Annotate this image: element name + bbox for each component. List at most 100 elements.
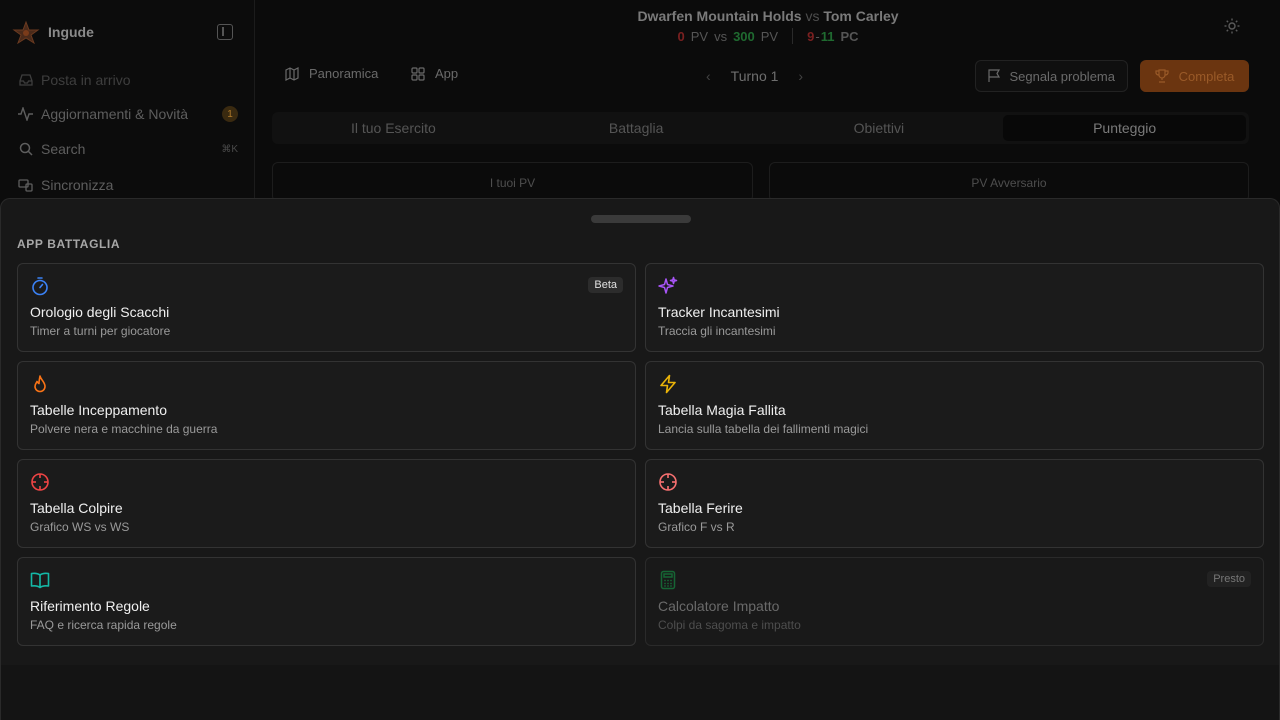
brand[interactable]: Ingude	[12, 20, 94, 44]
brand-logo-icon	[12, 20, 40, 44]
sidebar-item-updates[interactable]: Aggiornamenti & Novità 1	[18, 106, 238, 122]
activity-icon	[18, 107, 33, 122]
beta-badge: Beta	[588, 277, 623, 293]
app-card-spell-tracker[interactable]: Tracker Incantesimi Traccia gli incantes…	[645, 263, 1264, 352]
zap-icon	[660, 374, 676, 394]
report-problem-button[interactable]: Segnala problema	[975, 60, 1128, 92]
sidebar-item-label: Sincronizza	[41, 177, 114, 193]
calculator-icon	[660, 570, 676, 590]
app-card-chess-clock[interactable]: Orologio degli Scacchi Timer a turni per…	[17, 263, 636, 352]
app-card-to-wound-table[interactable]: Tabella Ferire Grafico F vs R	[645, 459, 1264, 548]
app-card-title: Tabella Ferire	[658, 500, 743, 516]
coming-soon-badge: Presto	[1207, 571, 1251, 587]
match-score: 0 PV vs 300 PV 9 - 11 PC	[256, 28, 1280, 44]
app-card-description: Grafico F vs R	[658, 520, 735, 534]
sun-icon	[1224, 18, 1240, 34]
overview-label: Panoramica	[309, 66, 379, 81]
apps-button[interactable]: App	[411, 66, 458, 81]
app-card-rules-reference[interactable]: Riferimento Regole FAQ e ricerca rapida …	[17, 557, 636, 646]
sidebar-item-sync[interactable]: Sincronizza	[18, 177, 238, 193]
overview-button[interactable]: Panoramica	[285, 66, 378, 81]
toolbar: Panoramica App ‹ Turno 1 › Segnala probl…	[256, 60, 1280, 94]
apps-grid: Orologio degli Scacchi Timer a turni per…	[17, 263, 1264, 646]
player1-name: Dwarfen Mountain Holds	[637, 8, 802, 24]
app-card-title: Tracker Incantesimi	[658, 304, 780, 320]
opponent-pv-panel: PV Avversario	[769, 162, 1249, 202]
app-card-misfire-tables[interactable]: Tabelle Inceppamento Polvere nera e macc…	[17, 361, 636, 450]
turn-navigator: ‹ Turno 1 ›	[706, 68, 803, 84]
app-root: Ingude Posta in arrivo Aggiornamenti & N…	[0, 0, 1280, 720]
player2-name: Tom Carley	[823, 8, 899, 24]
inbox-icon	[18, 73, 33, 88]
search-icon	[18, 142, 33, 157]
notification-badge: 1	[222, 106, 238, 122]
sidebar-collapse-button[interactable]	[217, 24, 233, 40]
app-card-description: FAQ e ricerca rapida regole	[30, 618, 177, 632]
sidebar-item-label: Search	[41, 141, 86, 157]
vs-label: vs	[805, 8, 820, 24]
brand-name: Ingude	[48, 24, 94, 40]
match-header: Dwarfen Mountain Holds vs Tom Carley 0 P…	[256, 0, 1280, 144]
sidebar-item-label: Aggiornamenti & Novità	[41, 106, 189, 122]
score-vs: vs	[714, 28, 728, 44]
sidebar-item-inbox[interactable]: Posta in arrivo	[18, 72, 238, 88]
grid-icon	[411, 66, 425, 81]
pc-dash: -	[815, 28, 820, 44]
app-card-title: Tabelle Inceppamento	[30, 402, 167, 418]
tab-army[interactable]: Il tuo Esercito	[272, 112, 515, 144]
chevron-right-icon[interactable]: ›	[798, 68, 803, 84]
map-icon	[285, 66, 299, 81]
pc-right: 11	[820, 28, 835, 44]
sidebar-item-search[interactable]: Search ⌘K	[18, 141, 238, 157]
crosshair-icon	[31, 473, 49, 491]
theme-toggle[interactable]	[1224, 18, 1240, 39]
app-card-title: Tabella Colpire	[30, 500, 123, 516]
pv-label: PV	[760, 28, 779, 44]
score-divider	[792, 28, 794, 44]
sheet-footer	[1, 665, 1279, 720]
sheet-title: APP BATTAGLIA	[17, 237, 121, 251]
player2-pv: 300	[733, 28, 755, 44]
app-card-title: Riferimento Regole	[30, 598, 150, 614]
app-card-description: Colpi da sagoma e impatto	[658, 618, 801, 632]
apps-label: App	[435, 66, 459, 81]
report-problem-label: Segnala problema	[1009, 68, 1115, 84]
app-card-title: Tabella Magia Fallita	[658, 402, 786, 418]
app-card-description: Grafico WS vs WS	[30, 520, 130, 534]
turn-label: Turno 1	[730, 68, 779, 84]
pc-left: 9	[807, 28, 815, 44]
app-card-title: Calcolatore Impatto	[658, 598, 780, 614]
search-shortcut: ⌘K	[221, 143, 238, 155]
chevron-left-icon[interactable]: ‹	[706, 68, 711, 84]
sheet-drag-handle[interactable]	[591, 215, 691, 223]
complete-button[interactable]: Completa	[1140, 60, 1249, 92]
player1-pv: 0	[677, 28, 685, 44]
app-card-miscast-table[interactable]: Tabella Magia Fallita Lancia sulla tabel…	[645, 361, 1264, 450]
sparkles-icon	[658, 276, 678, 294]
sync-icon	[18, 178, 33, 193]
app-card-description: Lancia sulla tabella dei fallimenti magi…	[658, 422, 869, 436]
pc-label: PC	[840, 28, 859, 44]
book-open-icon	[30, 572, 50, 589]
main-tabs: Il tuo Esercito Battaglia Obiettivi Punt…	[272, 112, 1249, 144]
complete-label: Completa	[1178, 68, 1235, 84]
tab-objectives[interactable]: Obiettivi	[758, 112, 1001, 144]
tab-score[interactable]: Punteggio	[1003, 115, 1246, 141]
flame-icon	[34, 375, 46, 393]
app-card-description: Polvere nera e macchine da guerra	[30, 422, 218, 436]
tab-battle[interactable]: Battaglia	[515, 112, 758, 144]
flag-icon	[988, 69, 1001, 82]
app-card-title: Orologio degli Scacchi	[30, 304, 170, 320]
stopwatch-icon	[32, 277, 48, 296]
pv-label: PV	[690, 28, 709, 44]
crosshair-icon	[659, 473, 677, 491]
trophy-icon	[1155, 69, 1169, 83]
my-pv-panel: I tuoi PV	[272, 162, 753, 202]
sidebar-item-label: Posta in arrivo	[41, 72, 131, 88]
battle-apps-sheet: APP BATTAGLIA Orologio degli Scacchi Tim…	[0, 198, 1280, 720]
match-title: Dwarfen Mountain Holds vs Tom Carley	[256, 8, 1280, 24]
app-card-description: Traccia gli incantesimi	[658, 324, 776, 338]
app-card-description: Timer a turni per giocatore	[30, 324, 171, 338]
app-card-to-hit-table[interactable]: Tabella Colpire Grafico WS vs WS	[17, 459, 636, 548]
app-card-impact-calculator: Calcolatore Impatto Colpi da sagoma e im…	[645, 557, 1264, 646]
